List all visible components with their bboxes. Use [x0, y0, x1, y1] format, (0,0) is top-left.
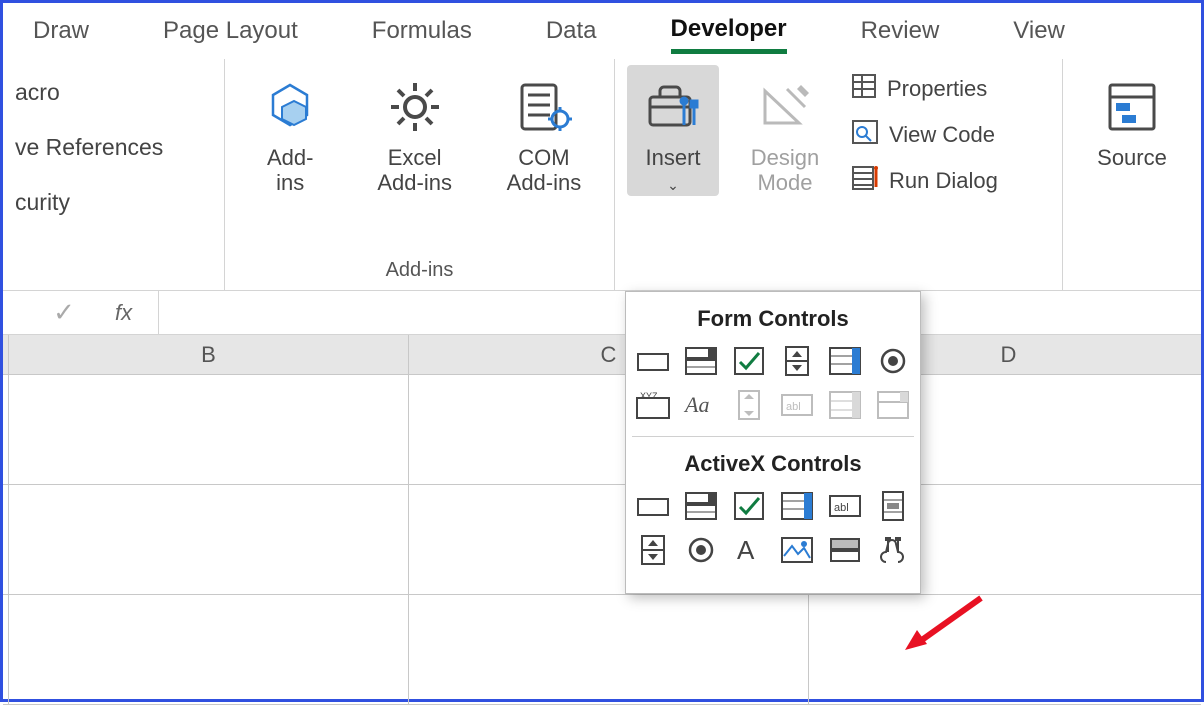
toolbox-icon: [644, 71, 702, 143]
source-button[interactable]: Source: [1077, 65, 1187, 170]
insert-control-button[interactable]: Insert ⌄: [627, 65, 719, 196]
column-header-row: B C D: [3, 335, 1201, 375]
svg-text:abl: abl: [834, 502, 849, 514]
addins-label-2: ins: [276, 170, 304, 195]
cell[interactable]: [9, 375, 409, 484]
checkbox-form-icon[interactable]: [727, 342, 771, 380]
toggle-button-ax-icon[interactable]: [823, 531, 867, 569]
label-ax-icon[interactable]: A: [727, 531, 771, 569]
checkbox-ax-icon[interactable]: [727, 487, 771, 525]
com-addins-label-1: COM: [518, 145, 569, 170]
button-form-icon[interactable]: [631, 342, 675, 380]
grid-row-1: [3, 375, 1201, 485]
group-addins-label: Add-ins: [237, 255, 602, 288]
listbox-ax-icon[interactable]: [775, 487, 819, 525]
tab-data[interactable]: Data: [546, 17, 597, 51]
addins-button[interactable]: Add-ins: [237, 65, 343, 196]
view-code-button[interactable]: View Code: [851, 119, 998, 151]
svg-text:Aa: Aa: [683, 392, 709, 417]
spinner-form-icon[interactable]: [775, 342, 819, 380]
option-form-icon[interactable]: [871, 342, 915, 380]
groupbox-form-icon[interactable]: XYZ: [631, 386, 675, 424]
addins-label-1: Add-: [267, 145, 313, 170]
activex-controls-header: ActiveX Controls: [626, 437, 920, 485]
tab-formulas[interactable]: Formulas: [372, 17, 472, 51]
com-addins-label-2: Add-ins: [507, 170, 582, 195]
group-xml: Source: [1063, 59, 1201, 290]
cell[interactable]: [809, 595, 1204, 704]
group-code: acro ve References curity: [3, 59, 225, 290]
run-dialog-icon: [851, 165, 879, 197]
form-controls-header: Form Controls: [626, 292, 920, 340]
tab-page-layout[interactable]: Page Layout: [163, 17, 298, 51]
grid-row-3: [3, 595, 1201, 705]
tab-draw[interactable]: Draw: [33, 17, 89, 51]
tab-review[interactable]: Review: [861, 17, 940, 51]
cell[interactable]: [9, 595, 409, 704]
design-mode-icon: [757, 71, 813, 143]
svg-text:XYZ: XYZ: [640, 391, 658, 401]
record-macro-button[interactable]: acro: [15, 65, 212, 120]
combobox-form-icon[interactable]: [679, 342, 723, 380]
more-controls-ax-icon[interactable]: [871, 531, 915, 569]
scrollbar-form-icon: [727, 386, 771, 424]
ribbon: acro ve References curity Add-ins ExcelA…: [3, 59, 1201, 291]
group-controls-label: [627, 278, 1050, 288]
gear-icon: [387, 71, 443, 143]
dropdown-form-icon: [871, 386, 915, 424]
properties-button[interactable]: Properties: [851, 73, 998, 105]
run-dialog-label: Run Dialog: [889, 168, 998, 194]
cell[interactable]: [9, 485, 409, 594]
run-dialog-button[interactable]: Run Dialog: [851, 165, 998, 197]
ribbon-tabs: Draw Page Layout Formulas Data Developer…: [3, 3, 1201, 59]
cell[interactable]: [409, 595, 809, 704]
listbox-form-icon[interactable]: [823, 342, 867, 380]
insert-label: Insert: [645, 145, 700, 170]
source-label: Source: [1097, 145, 1167, 170]
tab-developer[interactable]: Developer: [671, 15, 787, 54]
properties-label: Properties: [887, 76, 987, 102]
design-mode-label-2: Mode: [757, 170, 812, 195]
column-header-b[interactable]: B: [9, 335, 409, 374]
excel-addins-button[interactable]: ExcelAdd-ins: [361, 65, 467, 196]
macro-security-button[interactable]: curity: [15, 175, 212, 230]
combo-list-form-icon: [823, 386, 867, 424]
textfield-form-icon: abl: [775, 386, 819, 424]
svg-text:abl: abl: [786, 401, 801, 413]
grid-row-2: [3, 485, 1201, 595]
design-mode-button[interactable]: DesignMode: [737, 65, 833, 196]
combobox-ax-icon[interactable]: [679, 487, 723, 525]
excel-addins-label-1: Excel: [388, 145, 442, 170]
com-addins-icon: [514, 71, 574, 143]
activex-controls-grid: abl A: [626, 485, 920, 581]
addins-icon: [262, 71, 318, 143]
group-addins: Add-ins ExcelAdd-ins COMAdd-ins Add-ins: [225, 59, 615, 290]
formula-bar: ✓ fx: [3, 291, 1201, 335]
excel-addins-label-2: Add-ins: [377, 170, 452, 195]
design-mode-label-1: Design: [751, 145, 819, 170]
form-controls-grid: XYZ Aa abl: [626, 340, 920, 436]
spin-button-ax-icon[interactable]: [631, 531, 675, 569]
chevron-down-icon: ⌄: [667, 177, 679, 193]
label-form-icon[interactable]: Aa: [679, 386, 723, 424]
insert-controls-dropdown: Form Controls XYZ Aa abl ActiveX Control…: [625, 291, 921, 594]
textbox-ax-icon[interactable]: abl: [823, 487, 867, 525]
fx-button[interactable]: fx: [89, 291, 159, 334]
group-controls: Insert ⌄ DesignMode Properties: [615, 59, 1063, 290]
view-code-icon: [851, 119, 879, 151]
source-icon: [1104, 71, 1160, 143]
relative-references-button[interactable]: ve References: [15, 120, 212, 175]
formula-confirm-icon[interactable]: ✓: [39, 297, 89, 328]
tab-view[interactable]: View: [1013, 17, 1065, 51]
com-addins-button[interactable]: COMAdd-ins: [486, 65, 602, 196]
view-code-label: View Code: [889, 122, 995, 148]
command-button-ax-icon[interactable]: [631, 487, 675, 525]
scrollbar-ax-icon[interactable]: [871, 487, 915, 525]
properties-icon: [851, 73, 877, 105]
svg-text:A: A: [737, 535, 755, 565]
option-button-ax-icon[interactable]: [679, 531, 723, 569]
image-ax-icon[interactable]: [775, 531, 819, 569]
